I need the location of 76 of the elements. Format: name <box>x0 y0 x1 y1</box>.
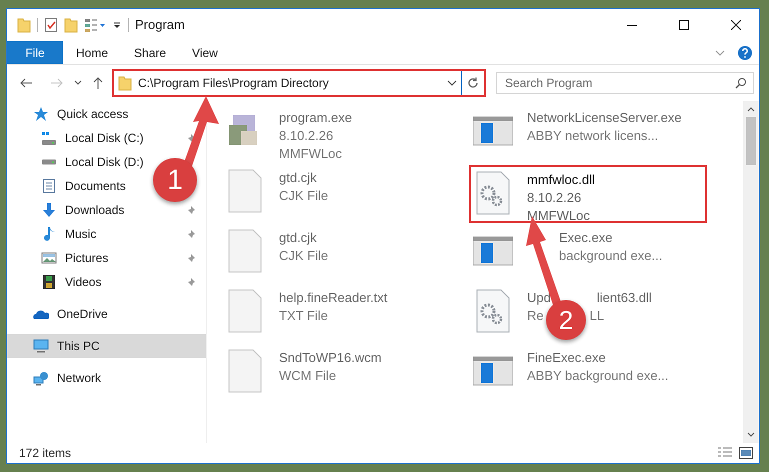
file-name: lient63.dll <box>596 289 652 307</box>
file-detail: CJK File <box>279 247 328 265</box>
folder-icon <box>118 75 132 91</box>
ribbon-tab[interactable]: Share <box>121 41 180 64</box>
drive-icon <box>41 132 57 144</box>
nav-item[interactable]: Local Disk (C:) <box>65 129 144 147</box>
file-name: FineExec.exe <box>527 349 606 367</box>
nav-item[interactable]: Pictures <box>65 249 108 267</box>
nav-item[interactable]: Downloads <box>65 201 124 219</box>
pin-icon[interactable] <box>186 253 196 263</box>
music-note-icon <box>41 226 57 242</box>
file-detail: WCM File <box>279 367 336 385</box>
chevron-down-icon[interactable] <box>74 79 82 87</box>
pin-icon[interactable] <box>186 229 196 239</box>
nav-item[interactable]: Documents <box>65 177 126 195</box>
nav-item[interactable]: Local Disk (D:) <box>65 153 144 171</box>
file-detail: CJK File <box>279 187 328 205</box>
nav-item[interactable]: Network <box>57 369 102 387</box>
search-field[interactable]: Search Program <box>496 72 754 94</box>
nav-item[interactable]: This PC <box>57 337 100 355</box>
checklist-icon <box>44 17 58 33</box>
close-icon <box>731 20 741 30</box>
file-detail: background exe... <box>559 247 662 265</box>
ribbon-tab[interactable]: View <box>179 41 231 64</box>
back-arrow-icon[interactable] <box>19 76 33 90</box>
address-field[interactable]: C:\Program Files\Program Directory <box>114 71 461 95</box>
folder-icon <box>64 17 78 33</box>
file-detail: ABBY network licens... <box>527 127 658 145</box>
file-name: Exec.exe <box>559 229 612 247</box>
file-name: gtd.cjk <box>279 169 317 187</box>
file-detail: 8.10.2.26 <box>279 127 334 145</box>
chevron-down-icon[interactable] <box>447 78 457 88</box>
search-icon <box>735 77 747 89</box>
file-name: NetworkLicenseServer.exe <box>527 109 682 127</box>
file-detail: Re <box>527 307 544 325</box>
file-detail: 8.10.2.26 <box>527 189 582 207</box>
pin-icon[interactable] <box>186 205 196 215</box>
file-name: help.fineReader.txt <box>279 289 388 307</box>
file-name: gtd.cjk <box>279 229 317 247</box>
file-detail: TXT File <box>279 307 328 325</box>
nav-item[interactable]: Videos <box>65 273 102 291</box>
minimize-icon <box>627 24 637 26</box>
up-arrow-icon[interactable] <box>92 76 104 90</box>
item-count: 172 items <box>19 445 72 462</box>
pin-icon[interactable] <box>186 277 196 287</box>
scroll-thumb[interactable] <box>746 117 756 165</box>
picture-icon <box>41 250 57 266</box>
star-icon <box>33 106 49 122</box>
ribbon-tab[interactable]: Home <box>63 41 122 64</box>
monitor-icon <box>33 338 49 354</box>
file-name: program.exe <box>279 109 352 127</box>
file-detail: MMFWLoc <box>279 145 342 163</box>
file-name: mmfwloc.dll <box>527 171 595 189</box>
maximize-icon <box>679 20 689 30</box>
file-detail: MMFWLoc <box>527 207 590 225</box>
dropdown-icon[interactable] <box>112 20 122 30</box>
nav-item[interactable]: OneDrive <box>57 305 108 323</box>
nav-item[interactable]: Quick access <box>57 105 128 123</box>
file-name: SndToWP16.wcm <box>279 349 382 367</box>
network-icon <box>33 370 49 386</box>
download-icon <box>41 202 57 218</box>
properties-icon <box>84 17 106 33</box>
ribbon-tab[interactable]: File <box>7 41 63 64</box>
file-detail: LL <box>590 307 604 325</box>
folder-icon <box>17 17 31 33</box>
film-icon <box>41 274 57 290</box>
nav-item[interactable]: Music <box>65 225 96 243</box>
scrollbar[interactable] <box>743 101 759 443</box>
drive-icon <box>41 159 57 165</box>
window-title: Program <box>135 16 185 34</box>
file-detail: ABBY background exe... <box>527 367 668 385</box>
address-path: C:\Program Files\Program Directory <box>138 75 330 92</box>
tiles-view-icon[interactable] <box>739 447 753 459</box>
document-icon <box>41 178 57 194</box>
refresh-icon <box>467 77 479 89</box>
search-input[interactable]: Search Program <box>505 74 735 92</box>
